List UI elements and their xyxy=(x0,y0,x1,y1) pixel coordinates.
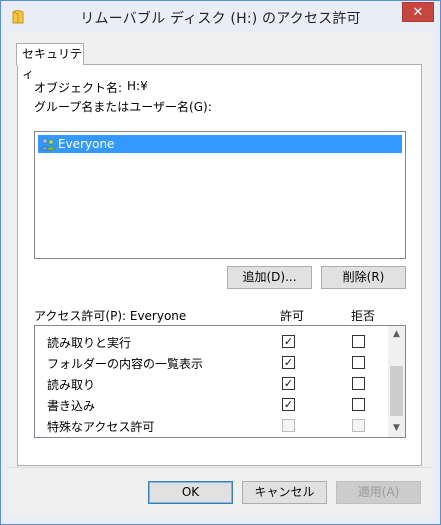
permission-name: 読み取り xyxy=(47,378,96,392)
window-title: リムーバブル ディスク (H:) のアクセス許可 xyxy=(80,11,361,27)
permission-row: 書き込み ✓ xyxy=(35,394,387,415)
users-icon xyxy=(40,138,56,151)
permission-row: 読み取りと実行 ✓ xyxy=(35,331,387,352)
allow-checkbox[interactable]: ✓ xyxy=(282,356,295,369)
permissions-scrollbar[interactable]: ▲ ▼ xyxy=(388,326,405,437)
permission-name: 読み取りと実行 xyxy=(47,336,132,350)
object-name-value: H:¥ xyxy=(127,79,148,93)
permission-name: 書き込み xyxy=(47,399,96,413)
permission-name: フォルダーの内容の一覧表示 xyxy=(47,357,204,371)
ok-button[interactable]: OK xyxy=(148,481,233,504)
tab-security[interactable]: セキュリティ xyxy=(16,43,84,81)
scroll-up-icon[interactable]: ▲ xyxy=(388,326,405,343)
list-item-label: Everyone xyxy=(58,137,115,151)
scroll-down-icon[interactable]: ▼ xyxy=(388,420,405,437)
allow-checkbox[interactable]: ✓ xyxy=(282,335,295,348)
allow-checkbox[interactable]: ✓ xyxy=(282,398,295,411)
deny-checkbox xyxy=(352,419,365,432)
permission-row: 特殊なアクセス許可 xyxy=(35,415,387,436)
group-list-label: グループ名またはユーザー名(G): xyxy=(34,100,212,114)
deny-checkbox[interactable] xyxy=(352,335,365,348)
object-name-label: オブジェクト名: xyxy=(34,81,123,95)
permission-row: 読み取り ✓ xyxy=(35,373,387,394)
deny-checkbox[interactable] xyxy=(352,398,365,411)
allow-checkbox[interactable]: ✓ xyxy=(282,377,295,390)
group-user-list[interactable]: Everyone xyxy=(34,131,406,259)
close-icon: ✕ xyxy=(412,5,424,20)
remove-button[interactable]: 削除(R) xyxy=(321,266,406,289)
allow-checkbox xyxy=(282,419,295,432)
permissions-header: アクセス許可(P): Everyone xyxy=(34,309,187,323)
permissions-list[interactable]: 読み取りと実行 ✓ フォルダーの内容の一覧表示 ✓ 読み取り ✓ 書き込み ✓ … xyxy=(34,325,406,438)
deny-checkbox[interactable] xyxy=(352,356,365,369)
scrollbar-thumb[interactable] xyxy=(390,366,403,416)
apply-button[interactable]: 適用(A) xyxy=(336,481,421,504)
close-button[interactable]: ✕ xyxy=(402,2,434,22)
list-item[interactable]: Everyone xyxy=(38,135,402,153)
add-button[interactable]: 追加(D)... xyxy=(227,266,312,289)
footer-divider xyxy=(7,467,432,468)
title-bar[interactable]: リムーバブル ディスク (H:) のアクセス許可 ✕ xyxy=(1,1,440,32)
deny-checkbox[interactable] xyxy=(352,377,365,390)
permission-row: フォルダーの内容の一覧表示 ✓ xyxy=(35,352,387,373)
cancel-button[interactable]: キャンセル xyxy=(242,481,327,504)
deny-column-header: 拒否 xyxy=(351,309,376,323)
allow-column-header: 許可 xyxy=(280,309,305,323)
permission-name: 特殊なアクセス許可 xyxy=(47,420,155,434)
